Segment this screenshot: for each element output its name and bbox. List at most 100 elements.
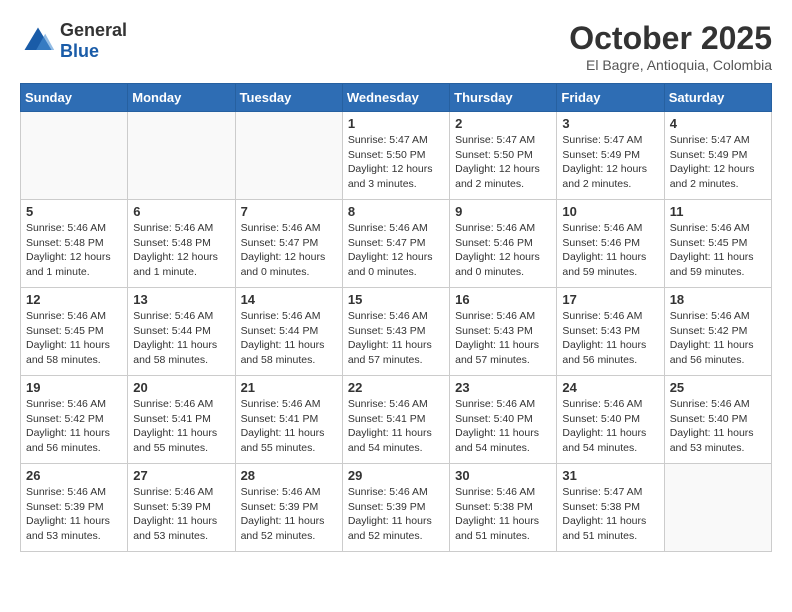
day-number: 21 [241,380,337,395]
location: El Bagre, Antioquia, Colombia [569,57,772,73]
calendar-week-row: 1 Sunrise: 5:47 AMSunset: 5:50 PMDaylight… [21,112,772,200]
weekday-header: Saturday [664,84,771,112]
calendar-cell: 8 Sunrise: 5:46 AMSunset: 5:47 PMDaylight… [342,200,449,288]
day-number: 9 [455,204,551,219]
day-info: Sunrise: 5:46 AMSunset: 5:40 PMDaylight:… [562,397,658,456]
day-number: 26 [26,468,122,483]
calendar-cell: 21 Sunrise: 5:46 AMSunset: 5:41 PMDayligh… [235,376,342,464]
day-info: Sunrise: 5:46 AMSunset: 5:41 PMDaylight:… [133,397,229,456]
day-number: 27 [133,468,229,483]
day-number: 4 [670,116,766,131]
calendar-cell: 31 Sunrise: 5:47 AMSunset: 5:38 PMDayligh… [557,464,664,552]
calendar-cell: 9 Sunrise: 5:46 AMSunset: 5:46 PMDaylight… [450,200,557,288]
calendar-cell: 27Sunrise: 5:46 AMSunset: 5:39 PMDayligh… [128,464,235,552]
calendar-week-row: 5 Sunrise: 5:46 AMSunset: 5:48 PMDaylight… [21,200,772,288]
calendar-cell: 11Sunrise: 5:46 AMSunset: 5:45 PMDayligh… [664,200,771,288]
day-number: 17 [562,292,658,307]
day-info: Sunrise: 5:47 AMSunset: 5:50 PMDaylight:… [455,133,551,192]
calendar-cell: 25 Sunrise: 5:46 AMSunset: 5:40 PMDayligh… [664,376,771,464]
day-info: Sunrise: 5:46 AMSunset: 5:46 PMDaylight:… [562,221,658,280]
day-number: 3 [562,116,658,131]
day-number: 25 [670,380,766,395]
weekday-header: Monday [128,84,235,112]
calendar-cell: 13 Sunrise: 5:46 AMSunset: 5:44 PMDayligh… [128,288,235,376]
logo-blue: Blue [60,41,127,62]
day-info: Sunrise: 5:46 AMSunset: 5:39 PMDaylight:… [348,485,444,544]
day-number: 10 [562,204,658,219]
calendar-cell: 18 Sunrise: 5:46 AMSunset: 5:42 PMDayligh… [664,288,771,376]
day-number: 16 [455,292,551,307]
calendar-cell [21,112,128,200]
day-info: Sunrise: 5:46 AMSunset: 5:43 PMDaylight:… [455,309,551,368]
calendar-cell: 14 Sunrise: 5:46 AMSunset: 5:44 PMDayligh… [235,288,342,376]
day-info: Sunrise: 5:46 AMSunset: 5:43 PMDaylight:… [562,309,658,368]
title-block: October 2025 El Bagre, Antioquia, Colomb… [569,20,772,73]
day-info: Sunrise: 5:46 AMSunset: 5:42 PMDaylight:… [670,309,766,368]
day-number: 7 [241,204,337,219]
day-number: 29 [348,468,444,483]
day-info: Sunrise: 5:46 AMSunset: 5:46 PMDaylight:… [455,221,551,280]
calendar-cell: 30Sunrise: 5:46 AMSunset: 5:38 PMDayligh… [450,464,557,552]
day-number: 14 [241,292,337,307]
day-info: Sunrise: 5:46 AMSunset: 5:48 PMDaylight:… [133,221,229,280]
day-info: Sunrise: 5:46 AMSunset: 5:41 PMDaylight:… [241,397,337,456]
day-info: Sunrise: 5:46 AMSunset: 5:38 PMDaylight:… [455,485,551,544]
calendar-cell: 2 Sunrise: 5:47 AMSunset: 5:50 PMDaylight… [450,112,557,200]
day-number: 8 [348,204,444,219]
day-info: Sunrise: 5:47 AMSunset: 5:50 PMDaylight:… [348,133,444,192]
calendar-cell: 12 Sunrise: 5:46 AMSunset: 5:45 PMDayligh… [21,288,128,376]
calendar-cell: 23 Sunrise: 5:46 AMSunset: 5:40 PMDayligh… [450,376,557,464]
day-number: 18 [670,292,766,307]
month-title: October 2025 [569,20,772,57]
day-info: Sunrise: 5:46 AMSunset: 5:39 PMDaylight:… [26,485,122,544]
calendar-cell [235,112,342,200]
day-info: Sunrise: 5:46 AMSunset: 5:43 PMDaylight:… [348,309,444,368]
day-info: Sunrise: 5:46 AMSunset: 5:41 PMDaylight:… [348,397,444,456]
weekday-header: Wednesday [342,84,449,112]
day-info: Sunrise: 5:46 AMSunset: 5:40 PMDaylight:… [670,397,766,456]
calendar-cell: 15 Sunrise: 5:46 AMSunset: 5:43 PMDayligh… [342,288,449,376]
calendar-cell: 16 Sunrise: 5:46 AMSunset: 5:43 PMDayligh… [450,288,557,376]
calendar-cell: 22 Sunrise: 5:46 AMSunset: 5:41 PMDayligh… [342,376,449,464]
logo-icon [20,23,56,59]
calendar-cell: 20 Sunrise: 5:46 AMSunset: 5:41 PMDayligh… [128,376,235,464]
logo-text: General Blue [60,20,127,62]
calendar-cell: 29 Sunrise: 5:46 AMSunset: 5:39 PMDayligh… [342,464,449,552]
day-info: Sunrise: 5:46 AMSunset: 5:40 PMDaylight:… [455,397,551,456]
day-number: 20 [133,380,229,395]
day-number: 22 [348,380,444,395]
day-info: Sunrise: 5:47 AMSunset: 5:49 PMDaylight:… [670,133,766,192]
calendar-week-row: 12 Sunrise: 5:46 AMSunset: 5:45 PMDayligh… [21,288,772,376]
day-number: 2 [455,116,551,131]
day-info: Sunrise: 5:46 AMSunset: 5:47 PMDaylight:… [348,221,444,280]
day-number: 11 [670,204,766,219]
day-number: 28 [241,468,337,483]
calendar-cell: 3Sunrise: 5:47 AMSunset: 5:49 PMDaylight… [557,112,664,200]
calendar-cell [664,464,771,552]
day-number: 31 [562,468,658,483]
calendar-cell: 10 Sunrise: 5:46 AMSunset: 5:46 PMDayligh… [557,200,664,288]
day-info: Sunrise: 5:46 AMSunset: 5:44 PMDaylight:… [133,309,229,368]
day-number: 24 [562,380,658,395]
calendar-cell [128,112,235,200]
day-info: Sunrise: 5:46 AMSunset: 5:39 PMDaylight:… [241,485,337,544]
calendar-cell: 26 Sunrise: 5:46 AMSunset: 5:39 PMDayligh… [21,464,128,552]
day-number: 12 [26,292,122,307]
page-header: General Blue October 2025 El Bagre, Anti… [20,20,772,73]
calendar-cell: 28 Sunrise: 5:46 AMSunset: 5:39 PMDayligh… [235,464,342,552]
calendar-cell: 6Sunrise: 5:46 AMSunset: 5:48 PMDaylight… [128,200,235,288]
day-number: 23 [455,380,551,395]
day-number: 13 [133,292,229,307]
day-info: Sunrise: 5:47 AMSunset: 5:38 PMDaylight:… [562,485,658,544]
calendar-cell: 1 Sunrise: 5:47 AMSunset: 5:50 PMDaylight… [342,112,449,200]
calendar-cell: 19Sunrise: 5:46 AMSunset: 5:42 PMDayligh… [21,376,128,464]
day-number: 5 [26,204,122,219]
day-info: Sunrise: 5:46 AMSunset: 5:44 PMDaylight:… [241,309,337,368]
calendar-cell: 7Sunrise: 5:46 AMSunset: 5:47 PMDaylight… [235,200,342,288]
day-number: 1 [348,116,444,131]
day-info: Sunrise: 5:46 AMSunset: 5:42 PMDaylight:… [26,397,122,456]
calendar-cell: 4 Sunrise: 5:47 AMSunset: 5:49 PMDaylight… [664,112,771,200]
day-info: Sunrise: 5:46 AMSunset: 5:45 PMDaylight:… [26,309,122,368]
day-number: 15 [348,292,444,307]
calendar-week-row: 26 Sunrise: 5:46 AMSunset: 5:39 PMDayligh… [21,464,772,552]
